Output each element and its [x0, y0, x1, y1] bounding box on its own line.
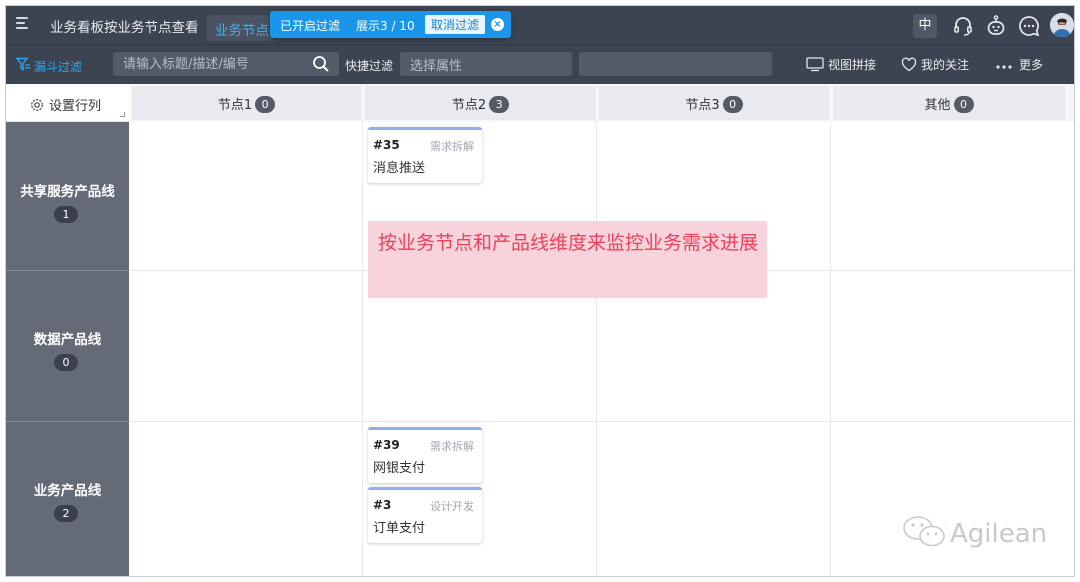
top-bar: 业务看板按业务节点查看 业务节点 已开启过滤 展示3 / 10 取消过滤 × 中 — [6, 6, 1074, 44]
filter-status-text: 已开启过滤 — [280, 19, 341, 33]
lane-header-shared-services[interactable]: 共享服务产品线 1 — [6, 122, 129, 271]
more-label: 更多 — [1019, 58, 1044, 72]
column-count-badge: 3 — [489, 96, 510, 113]
menu-icon[interactable] — [16, 16, 30, 30]
lane-name: 数据产品线 — [33, 332, 102, 348]
board-corner-cell: 设置行列 — [6, 84, 129, 122]
gear-icon — [31, 99, 43, 111]
column-name: 节点3 — [685, 98, 720, 113]
watermark-text: Agilean — [950, 519, 1048, 549]
column-header-node2[interactable]: 节点2 3 — [365, 86, 596, 120]
more-button[interactable]: 更多 — [995, 56, 1043, 73]
task-card[interactable]: #39 需求拆解 网银支付 — [368, 427, 482, 483]
resize-handle[interactable] — [120, 112, 125, 117]
column-count-badge: 0 — [722, 96, 743, 113]
board-cell[interactable] — [831, 422, 1074, 576]
heart-icon — [901, 57, 917, 72]
close-icon[interactable]: × — [491, 18, 504, 31]
watermark: Agilean — [902, 515, 1047, 549]
column-count-badge: 0 — [953, 96, 974, 113]
card-id: #3 — [373, 498, 392, 512]
quick-filter-label: 快捷过滤 — [345, 59, 394, 73]
robot-icon[interactable] — [984, 14, 1008, 38]
search-box — [113, 52, 339, 76]
card-title: 消息推送 — [373, 161, 426, 176]
board-cell[interactable] — [831, 122, 1074, 271]
view-merge-label: 视图拼接 — [828, 58, 877, 72]
lane-header-business[interactable]: 业务产品线 2 — [6, 422, 129, 576]
view-tab-business-node[interactable]: 业务节点 — [207, 15, 273, 41]
settings-rows-cols-button[interactable]: 设置行列 — [30, 95, 101, 114]
task-card[interactable]: #35 需求拆解 消息推送 — [368, 127, 482, 183]
search-input[interactable] — [113, 52, 303, 76]
filter-count-text: 展示3 / 10 — [356, 19, 415, 33]
my-follow-label: 我的关注 — [921, 58, 970, 72]
cancel-filter-button[interactable]: 取消过滤 — [425, 15, 486, 34]
card-id: #35 — [373, 138, 400, 152]
column-name: 节点1 — [217, 98, 253, 113]
column-header-other[interactable]: 其他 0 — [833, 86, 1065, 120]
card-id: #39 — [373, 438, 400, 452]
attribute-value-select[interactable] — [579, 52, 772, 76]
task-card[interactable]: #3 设计开发 订单支付 — [368, 487, 482, 543]
funnel-filter-label[interactable]: 漏斗过滤 — [34, 58, 82, 75]
filter-bar: 漏斗过滤 快捷过滤 选择属性 视图拼接 我的关注 更多 — [6, 44, 1074, 84]
lane-name: 业务产品线 — [33, 483, 102, 499]
chat-icon[interactable] — [1017, 14, 1041, 38]
column-header-node3[interactable]: 节点3 0 — [599, 86, 829, 120]
board-cell[interactable] — [129, 271, 363, 422]
card-title: 订单支付 — [373, 521, 426, 536]
card-title: 网银支付 — [373, 461, 426, 476]
board-cell[interactable] — [597, 422, 831, 576]
column-header-node1[interactable]: 节点1 0 — [132, 86, 361, 120]
search-icon[interactable] — [312, 55, 330, 77]
column-name: 其他 — [924, 98, 951, 113]
more-dots-icon — [996, 65, 1012, 69]
monitor-icon — [806, 57, 824, 72]
board-cell[interactable] — [831, 271, 1074, 422]
wechat-icon — [903, 516, 945, 547]
lane-count-badge: 2 — [54, 505, 78, 522]
card-stage: 需求拆解 — [430, 440, 474, 453]
user-avatar[interactable] — [1050, 13, 1074, 37]
attribute-select[interactable]: 选择属性 — [400, 52, 572, 76]
lane-name: 共享服务产品线 — [20, 184, 115, 200]
filter-banner: 已开启过滤 展示3 / 10 取消过滤 × — [270, 11, 511, 38]
settings-label: 设置行列 — [49, 99, 102, 114]
column-name: 节点2 — [451, 98, 487, 113]
board-cell[interactable] — [129, 422, 363, 576]
funnel-icon[interactable] — [15, 57, 31, 76]
language-button[interactable]: 中 — [913, 14, 937, 38]
lane-count-badge: 1 — [54, 206, 78, 223]
lane-count-badge: 0 — [54, 354, 78, 371]
headset-icon[interactable] — [951, 14, 975, 38]
board-title: 业务看板按业务节点查看 — [50, 20, 199, 36]
card-stage: 设计开发 — [430, 500, 474, 513]
lane-header-data[interactable]: 数据产品线 0 — [6, 271, 129, 422]
view-merge-button[interactable]: 视图拼接 — [806, 56, 876, 73]
annotation-callout: 按业务节点和产品线维度来监控业务需求进展 — [368, 221, 767, 298]
card-stage: 需求拆解 — [430, 140, 474, 153]
app-window: 业务看板按业务节点查看 业务节点 已开启过滤 展示3 / 10 取消过滤 × 中… — [5, 5, 1075, 577]
my-follow-button[interactable]: 我的关注 — [901, 56, 969, 73]
board-cell[interactable] — [129, 122, 363, 271]
column-count-badge: 0 — [255, 96, 276, 113]
